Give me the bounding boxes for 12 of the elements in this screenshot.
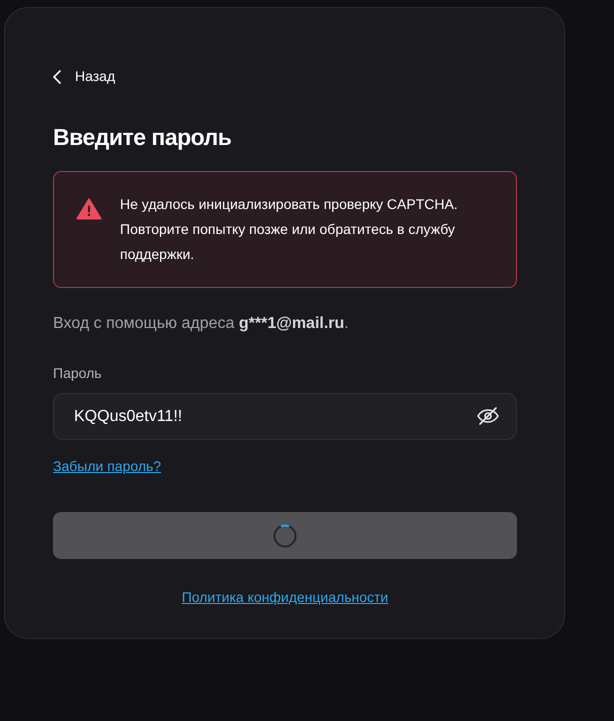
login-hint: Вход с помощью адреса g***1@mail.ru. — [53, 314, 350, 334]
password-field[interactable]: KQQus0etv11!! — [53, 393, 517, 440]
loading-spinner-icon — [273, 524, 297, 548]
warning-icon — [76, 198, 102, 220]
chevron-left-icon — [53, 70, 61, 84]
page-title: Введите пароль — [53, 122, 232, 152]
privacy-policy-link[interactable]: Политика конфиденциальности — [182, 587, 388, 608]
alert-message: Не удалось инициализировать проверку CAPTCHA. Повторите попытку позже или обратитесь в службу поддержки. — [120, 195, 459, 264]
back-link[interactable]: Назад — [53, 66, 116, 87]
back-label: Назад — [75, 67, 116, 86]
field-label: Пароль — [53, 364, 103, 383]
forgot-password-link[interactable]: Забыли пароль? — [53, 456, 162, 477]
